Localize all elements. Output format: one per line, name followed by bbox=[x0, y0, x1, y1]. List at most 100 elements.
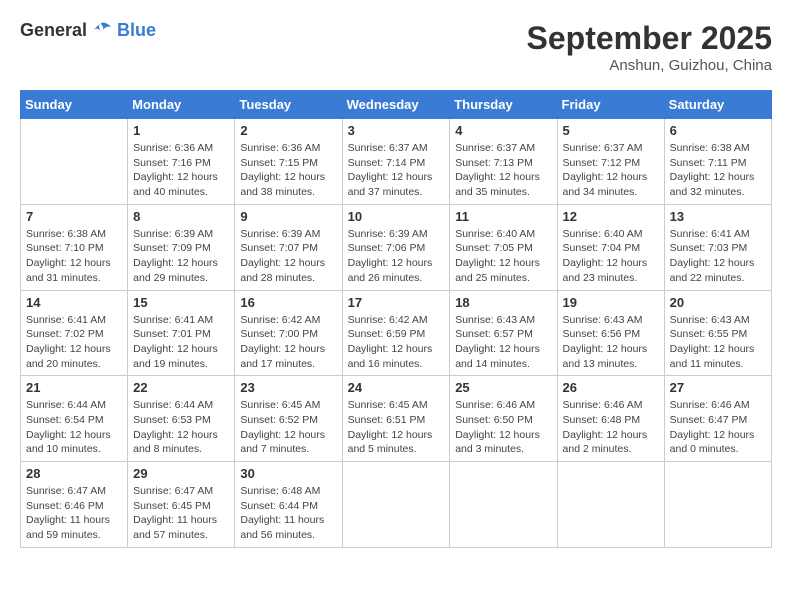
calendar-cell bbox=[21, 119, 128, 205]
day-number: 4 bbox=[455, 123, 551, 138]
day-number: 29 bbox=[133, 466, 229, 481]
calendar-cell: 11 Sunrise: 6:40 AM Sunset: 7:05 PM Dayli… bbox=[450, 204, 557, 290]
calendar-cell: 30 Sunrise: 6:48 AM Sunset: 6:44 PM Dayli… bbox=[235, 462, 342, 548]
month-title: September 2025 bbox=[527, 20, 772, 57]
day-number: 20 bbox=[670, 295, 766, 310]
day-number: 1 bbox=[133, 123, 229, 138]
day-number: 15 bbox=[133, 295, 229, 310]
weekday-header-monday: Monday bbox=[128, 91, 235, 119]
calendar-cell: 2Sunrise: 6:36 AM Sunset: 7:15 PM Daylig… bbox=[235, 119, 342, 205]
weekday-header-sunday: Sunday bbox=[21, 91, 128, 119]
day-number: 26 bbox=[563, 380, 659, 395]
calendar-cell: 1 Sunrise: 6:36 AM Sunset: 7:16 PM Daylig… bbox=[128, 119, 235, 205]
calendar-cell: 7Sunrise: 6:38 AM Sunset: 7:10 PM Daylig… bbox=[21, 204, 128, 290]
day-info: Sunrise: 6:37 AM Sunset: 7:12 PM Dayligh… bbox=[563, 141, 659, 200]
day-number: 16 bbox=[240, 295, 336, 310]
day-number: 6 bbox=[670, 123, 766, 138]
calendar-cell: 21 Sunrise: 6:44 AM Sunset: 6:54 PM Dayli… bbox=[21, 376, 128, 462]
calendar-table: SundayMondayTuesdayWednesdayThursdayFrid… bbox=[20, 90, 772, 548]
title-block: September 2025 Anshun, Guizhou, China bbox=[527, 20, 772, 74]
day-number: 8 bbox=[133, 209, 229, 224]
day-number: 2 bbox=[240, 123, 336, 138]
calendar-cell: 15 Sunrise: 6:41 AM Sunset: 7:01 PM Dayli… bbox=[128, 290, 235, 376]
weekday-header-row: SundayMondayTuesdayWednesdayThursdayFrid… bbox=[21, 91, 772, 119]
calendar-cell: 6 Sunrise: 6:38 AM Sunset: 7:11 PM Daylig… bbox=[664, 119, 771, 205]
day-info: Sunrise: 6:44 AM Sunset: 6:53 PM Dayligh… bbox=[133, 398, 229, 457]
day-number: 28 bbox=[26, 466, 122, 481]
day-info: Sunrise: 6:41 AM Sunset: 7:01 PM Dayligh… bbox=[133, 313, 229, 372]
weekday-header-wednesday: Wednesday bbox=[342, 91, 450, 119]
page-header: General Blue September 2025 Anshun, Guiz… bbox=[20, 20, 772, 74]
week-row-5: 28 Sunrise: 6:47 AM Sunset: 6:46 PM Dayli… bbox=[21, 462, 772, 548]
calendar-cell: 23 Sunrise: 6:45 AM Sunset: 6:52 PM Dayli… bbox=[235, 376, 342, 462]
day-info: Sunrise: 6:46 AM Sunset: 6:47 PM Dayligh… bbox=[670, 398, 766, 457]
day-info: Sunrise: 6:36 AM Sunset: 7:16 PM Dayligh… bbox=[133, 141, 229, 200]
calendar-cell: 12 Sunrise: 6:40 AM Sunset: 7:04 PM Dayli… bbox=[557, 204, 664, 290]
calendar-cell: 16 Sunrise: 6:42 AM Sunset: 7:00 PM Dayli… bbox=[235, 290, 342, 376]
day-number: 22 bbox=[133, 380, 229, 395]
day-info: Sunrise: 6:44 AM Sunset: 6:54 PM Dayligh… bbox=[26, 398, 122, 457]
calendar-cell: 29 Sunrise: 6:47 AM Sunset: 6:45 PM Dayli… bbox=[128, 462, 235, 548]
calendar-cell: 24 Sunrise: 6:45 AM Sunset: 6:51 PM Dayli… bbox=[342, 376, 450, 462]
week-row-2: 7Sunrise: 6:38 AM Sunset: 7:10 PM Daylig… bbox=[21, 204, 772, 290]
calendar-cell: 22 Sunrise: 6:44 AM Sunset: 6:53 PM Dayli… bbox=[128, 376, 235, 462]
day-info: Sunrise: 6:40 AM Sunset: 7:04 PM Dayligh… bbox=[563, 227, 659, 286]
day-number: 10 bbox=[348, 209, 445, 224]
calendar-cell bbox=[664, 462, 771, 548]
day-number: 13 bbox=[670, 209, 766, 224]
day-number: 7 bbox=[26, 209, 122, 224]
calendar-cell: 9Sunrise: 6:39 AM Sunset: 7:07 PM Daylig… bbox=[235, 204, 342, 290]
day-info: Sunrise: 6:46 AM Sunset: 6:48 PM Dayligh… bbox=[563, 398, 659, 457]
day-number: 19 bbox=[563, 295, 659, 310]
calendar-cell: 25Sunrise: 6:46 AM Sunset: 6:50 PM Dayli… bbox=[450, 376, 557, 462]
day-info: Sunrise: 6:47 AM Sunset: 6:45 PM Dayligh… bbox=[133, 484, 229, 543]
calendar-cell: 27 Sunrise: 6:46 AM Sunset: 6:47 PM Dayli… bbox=[664, 376, 771, 462]
day-info: Sunrise: 6:41 AM Sunset: 7:03 PM Dayligh… bbox=[670, 227, 766, 286]
day-number: 5 bbox=[563, 123, 659, 138]
calendar-cell: 19Sunrise: 6:43 AM Sunset: 6:56 PM Dayli… bbox=[557, 290, 664, 376]
day-info: Sunrise: 6:39 AM Sunset: 7:09 PM Dayligh… bbox=[133, 227, 229, 286]
day-info: Sunrise: 6:45 AM Sunset: 6:51 PM Dayligh… bbox=[348, 398, 445, 457]
logo-general: General bbox=[20, 20, 87, 41]
calendar-cell: 8 Sunrise: 6:39 AM Sunset: 7:09 PM Daylig… bbox=[128, 204, 235, 290]
day-info: Sunrise: 6:37 AM Sunset: 7:14 PM Dayligh… bbox=[348, 141, 445, 200]
day-number: 12 bbox=[563, 209, 659, 224]
day-number: 30 bbox=[240, 466, 336, 481]
calendar-cell: 13 Sunrise: 6:41 AM Sunset: 7:03 PM Dayli… bbox=[664, 204, 771, 290]
day-info: Sunrise: 6:38 AM Sunset: 7:11 PM Dayligh… bbox=[670, 141, 766, 200]
weekday-header-saturday: Saturday bbox=[664, 91, 771, 119]
day-info: Sunrise: 6:48 AM Sunset: 6:44 PM Dayligh… bbox=[240, 484, 336, 543]
day-number: 21 bbox=[26, 380, 122, 395]
day-number: 18 bbox=[455, 295, 551, 310]
day-number: 23 bbox=[240, 380, 336, 395]
day-info: Sunrise: 6:42 AM Sunset: 7:00 PM Dayligh… bbox=[240, 313, 336, 372]
day-info: Sunrise: 6:39 AM Sunset: 7:06 PM Dayligh… bbox=[348, 227, 445, 286]
week-row-3: 14Sunrise: 6:41 AM Sunset: 7:02 PM Dayli… bbox=[21, 290, 772, 376]
day-number: 11 bbox=[455, 209, 551, 224]
calendar-cell bbox=[342, 462, 450, 548]
day-info: Sunrise: 6:46 AM Sunset: 6:50 PM Dayligh… bbox=[455, 398, 551, 457]
logo: General Blue bbox=[20, 20, 156, 41]
day-info: Sunrise: 6:41 AM Sunset: 7:02 PM Dayligh… bbox=[26, 313, 122, 372]
calendar-cell: 18Sunrise: 6:43 AM Sunset: 6:57 PM Dayli… bbox=[450, 290, 557, 376]
day-info: Sunrise: 6:40 AM Sunset: 7:05 PM Dayligh… bbox=[455, 227, 551, 286]
day-number: 27 bbox=[670, 380, 766, 395]
calendar-cell: 28 Sunrise: 6:47 AM Sunset: 6:46 PM Dayli… bbox=[21, 462, 128, 548]
calendar-cell: 5 Sunrise: 6:37 AM Sunset: 7:12 PM Daylig… bbox=[557, 119, 664, 205]
calendar-cell bbox=[450, 462, 557, 548]
location-title: Anshun, Guizhou, China bbox=[527, 57, 772, 74]
calendar-cell: 14Sunrise: 6:41 AM Sunset: 7:02 PM Dayli… bbox=[21, 290, 128, 376]
day-number: 3 bbox=[348, 123, 445, 138]
day-number: 17 bbox=[348, 295, 445, 310]
week-row-1: 1 Sunrise: 6:36 AM Sunset: 7:16 PM Daylig… bbox=[21, 119, 772, 205]
calendar-cell: 3 Sunrise: 6:37 AM Sunset: 7:14 PM Daylig… bbox=[342, 119, 450, 205]
day-info: Sunrise: 6:39 AM Sunset: 7:07 PM Dayligh… bbox=[240, 227, 336, 286]
logo-blue: Blue bbox=[117, 20, 156, 41]
day-info: Sunrise: 6:45 AM Sunset: 6:52 PM Dayligh… bbox=[240, 398, 336, 457]
week-row-4: 21 Sunrise: 6:44 AM Sunset: 6:54 PM Dayli… bbox=[21, 376, 772, 462]
calendar-cell: 26 Sunrise: 6:46 AM Sunset: 6:48 PM Dayli… bbox=[557, 376, 664, 462]
calendar-cell: 4Sunrise: 6:37 AM Sunset: 7:13 PM Daylig… bbox=[450, 119, 557, 205]
calendar-cell: 10 Sunrise: 6:39 AM Sunset: 7:06 PM Dayli… bbox=[342, 204, 450, 290]
day-info: Sunrise: 6:47 AM Sunset: 6:46 PM Dayligh… bbox=[26, 484, 122, 543]
day-number: 24 bbox=[348, 380, 445, 395]
